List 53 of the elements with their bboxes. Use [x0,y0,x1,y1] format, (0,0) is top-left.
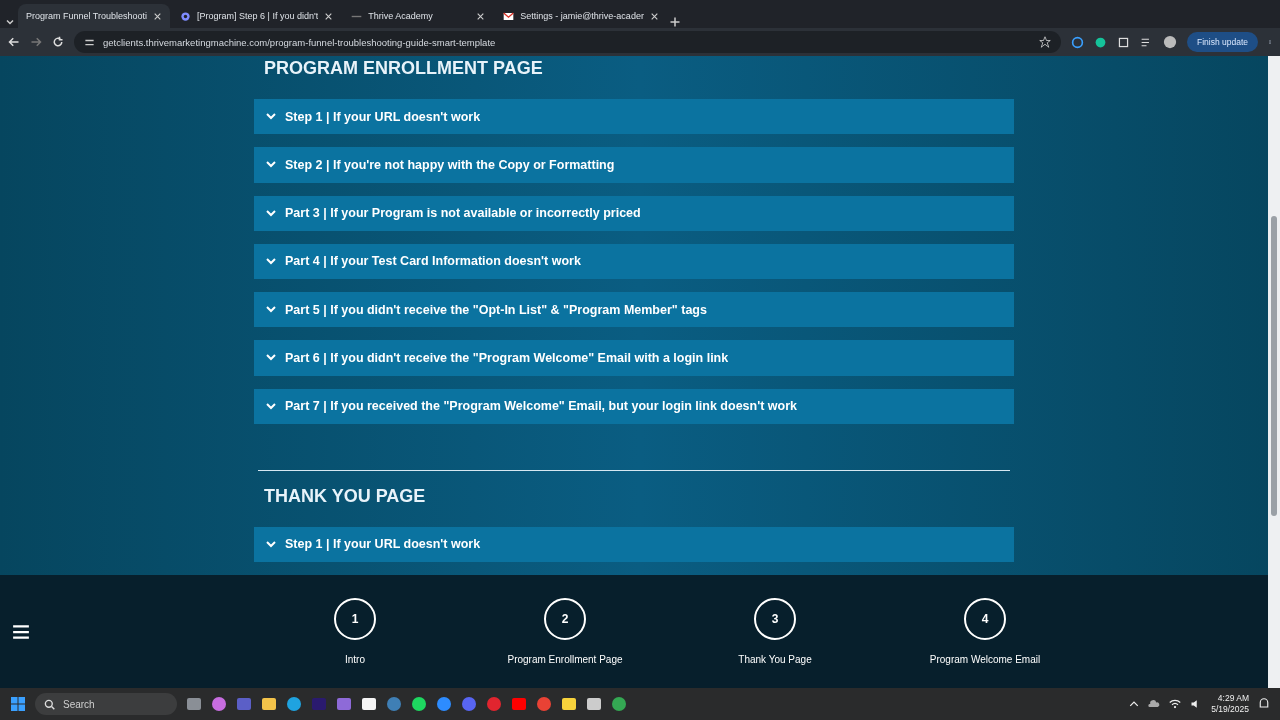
step-label: Program Welcome Email [929,654,1041,665]
chevron-down-icon [266,161,276,169]
accordion-item[interactable]: Part 4 | If your Test Card Information doesn't work [254,243,1014,279]
browser-tab[interactable]: Program Funnel Troubleshooti [18,4,171,28]
windows-logo-icon[interactable] [10,696,26,712]
accordion-item[interactable]: Part 7 | If you received the "Program Welcome" Email, but your login link doesn't work [254,388,1014,424]
chevron-down-icon [266,113,276,121]
scrollbar[interactable] [1268,56,1280,688]
chevron-down-icon [266,354,276,362]
address-bar[interactable]: getclients.thrivemarketingmachine.com/program-funnel-troubleshooting-guide-smart-template [74,31,1061,53]
clock[interactable]: 4:29 AM 5/19/2025 [1211,693,1249,715]
chevron-down-icon [266,402,276,410]
section-heading: PROGRAM ENROLLMENT PAGE [264,58,544,79]
back-icon[interactable] [8,36,20,48]
avatar-icon[interactable] [1162,35,1177,49]
step-number[interactable]: 1 [334,598,376,640]
reload-icon[interactable] [52,36,64,48]
browser-tab[interactable]: [Program] Step 6 | If you didn't [172,4,342,28]
close-icon[interactable] [649,11,659,21]
step-label: Program Enrollment Page [507,654,623,665]
menu-icon[interactable] [12,622,30,641]
accordion-item[interactable]: Part 3 | If your Program is not available or incorrectly priced [254,195,1014,231]
star-icon[interactable] [1038,36,1051,48]
close-icon[interactable] [324,11,334,21]
close-icon[interactable] [476,11,486,21]
url-text: getclients.thrivemarketingmachine.com/program-funnel-troubleshooting-guide-smart-template [103,36,496,48]
accordion-item[interactable]: Step 2 | If you're not happy with the Copy or Formatting [254,147,1014,183]
notification-icon[interactable] [1258,698,1270,710]
finish-update-button[interactable]: Finish update [1186,32,1258,52]
accordion-item[interactable]: Part 5 | If you didn't receive the "Opt-In List" & "Program Member" tags [254,292,1014,328]
forward-icon[interactable] [30,36,42,48]
step-number[interactable]: 4 [964,598,1006,640]
chevron-up-icon[interactable] [1129,699,1140,709]
step-number[interactable]: 2 [544,598,586,640]
accordion-item[interactable]: Step 1 | If your URL doesn't work [254,99,1014,135]
mail-icon [503,10,515,22]
plus-icon[interactable] [668,16,681,28]
browser-tab[interactable]: Settings - jamie@thrive-acader [495,4,667,28]
search-field[interactable]: Search [35,693,177,715]
step-number[interactable]: 3 [754,598,796,640]
wifi-icon[interactable] [1169,698,1182,710]
chevron-down-icon [266,540,276,548]
close-icon[interactable] [153,11,163,21]
chevron-down-icon [266,306,276,314]
chevron-down-icon [266,209,276,217]
accordion-item[interactable]: Part 6 | If you didn't receive the "Program Welcome" Email with a login link [254,340,1014,376]
accordion-item[interactable]: Step 1 | If your URL doesn't work [254,526,1014,562]
search-icon [44,698,55,710]
chevron-down-icon [266,257,276,265]
step-label: Intro [345,654,365,665]
step-label: Thank You Page [738,654,812,665]
section-heading: THANK YOU PAGE [264,485,427,507]
browser-tab[interactable]: Thrive Academy [343,4,494,28]
